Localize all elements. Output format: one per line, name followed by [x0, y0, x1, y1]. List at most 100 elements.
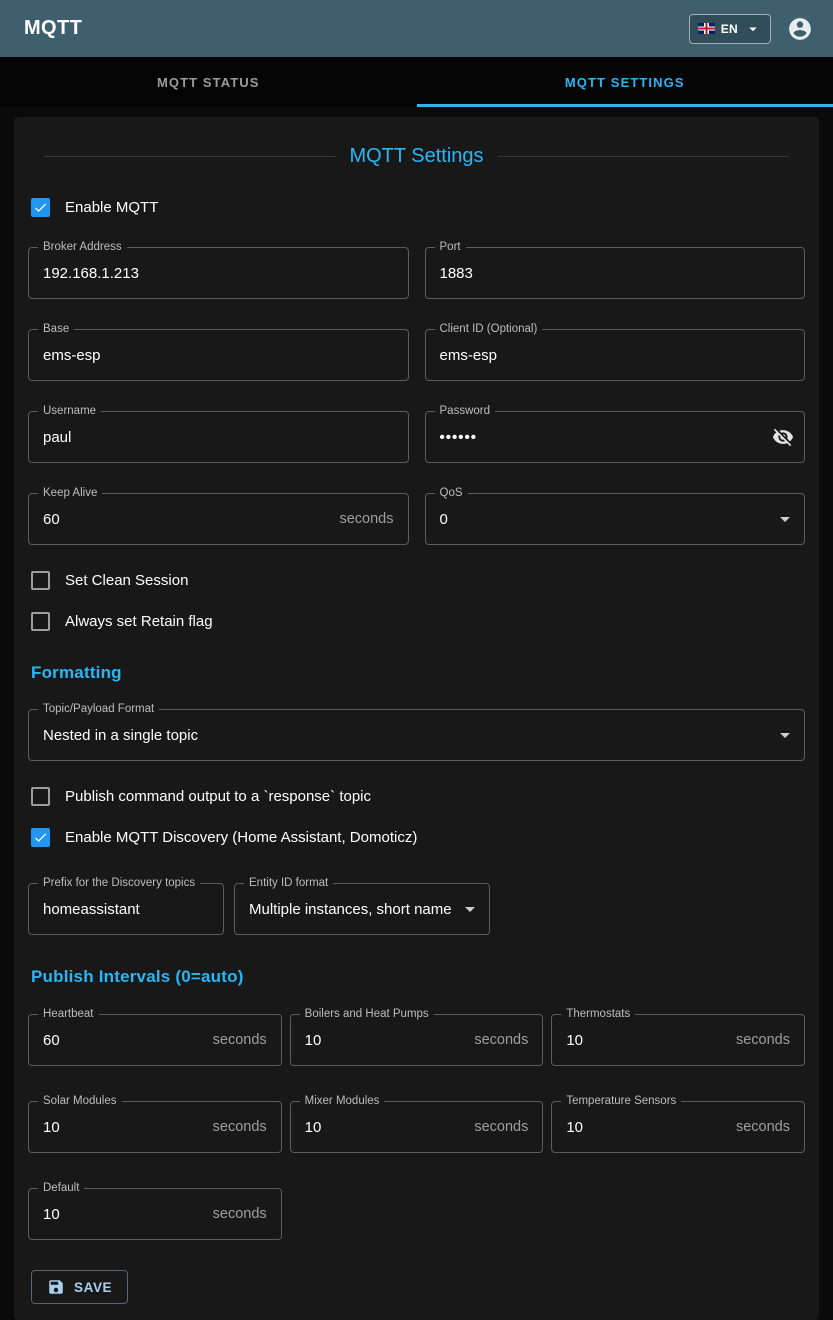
- interval-fields: Heartbeat 60 seconds Boilers and Heat Pu…: [28, 1014, 805, 1240]
- uk-flag-icon: [698, 23, 715, 34]
- account-button[interactable]: [787, 15, 815, 43]
- dropdown-arrow-icon: [773, 507, 790, 531]
- field-label: Temperature Sensors: [561, 1095, 681, 1108]
- field-label: Boilers and Heat Pumps: [300, 1008, 434, 1021]
- settings-card: MQTT Settings Enable MQTT Broker Address…: [14, 117, 819, 1320]
- retain-flag-checkbox[interactable]: Always set Retain flag: [28, 612, 805, 631]
- field-suffix: seconds: [736, 1032, 790, 1048]
- field-label: Password: [435, 405, 496, 418]
- field-label: Topic/Payload Format: [38, 703, 159, 716]
- checkbox-unchecked-icon: [31, 612, 50, 631]
- visibility-off-icon: [772, 426, 794, 448]
- field-label: Prefix for the Discovery topics: [38, 877, 200, 890]
- qos-select[interactable]: QoS 0: [425, 493, 806, 545]
- chevron-down-icon: [744, 20, 762, 38]
- field-value: 1883: [440, 265, 791, 282]
- thermostats-interval-field[interactable]: Thermostats 10 seconds: [551, 1014, 805, 1066]
- field-value: 10: [305, 1119, 467, 1136]
- save-icon: [47, 1278, 65, 1296]
- field-label: Solar Modules: [38, 1095, 122, 1108]
- default-interval-field[interactable]: Default 10 seconds: [28, 1188, 282, 1240]
- field-value: homeassistant: [43, 901, 209, 918]
- checkbox-unchecked-icon: [31, 787, 50, 806]
- base-field[interactable]: Base ems-esp: [28, 329, 409, 381]
- checkbox-label: Set Clean Session: [65, 572, 188, 589]
- formatting-heading: Formatting: [31, 663, 805, 683]
- account-circle-icon: [787, 16, 813, 42]
- checkbox-label: Enable MQTT Discovery (Home Assistant, D…: [65, 829, 417, 846]
- field-label: Base: [38, 323, 74, 336]
- field-value: 60: [43, 511, 331, 528]
- checkbox-unchecked-icon: [31, 571, 50, 590]
- connection-fields: Broker Address 192.168.1.213 Port 1883 B…: [28, 247, 805, 545]
- enable-mqtt-checkbox[interactable]: Enable MQTT: [28, 198, 805, 217]
- field-suffix: seconds: [213, 1206, 267, 1222]
- checkbox-label: Enable MQTT: [65, 199, 158, 216]
- clean-session-checkbox[interactable]: Set Clean Session: [28, 571, 805, 590]
- app-bar: MQTT EN: [0, 0, 833, 57]
- tab-bar: MQTT STATUS MQTT SETTINGS: [0, 57, 833, 107]
- field-label: Mixer Modules: [300, 1095, 385, 1108]
- discovery-prefix-field[interactable]: Prefix for the Discovery topics homeassi…: [28, 883, 224, 935]
- divider-line: [44, 156, 335, 157]
- field-value: 10: [566, 1032, 728, 1049]
- mqtt-discovery-checkbox[interactable]: Enable MQTT Discovery (Home Assistant, D…: [28, 828, 805, 847]
- toggle-password-visibility-button[interactable]: [772, 426, 794, 448]
- field-value: 0: [440, 511, 774, 528]
- username-field[interactable]: Username paul: [28, 411, 409, 463]
- save-button-label: SAVE: [74, 1280, 112, 1295]
- field-value: 10: [43, 1119, 205, 1136]
- boilers-interval-field[interactable]: Boilers and Heat Pumps 10 seconds: [290, 1014, 544, 1066]
- field-suffix: seconds: [474, 1032, 528, 1048]
- field-label: Entity ID format: [244, 877, 333, 890]
- dropdown-arrow-icon: [458, 897, 475, 921]
- field-value: ems-esp: [43, 347, 394, 364]
- language-label: EN: [721, 22, 738, 36]
- field-label: Broker Address: [38, 241, 127, 254]
- field-label: Username: [38, 405, 101, 418]
- client-id-field[interactable]: Client ID (Optional) ems-esp: [425, 329, 806, 381]
- field-value: Nested in a single topic: [43, 727, 773, 744]
- field-suffix: seconds: [736, 1119, 790, 1135]
- field-suffix: seconds: [213, 1032, 267, 1048]
- field-label: Default: [38, 1182, 84, 1195]
- discovery-fields: Prefix for the Discovery topics homeassi…: [28, 883, 805, 935]
- language-selector-button[interactable]: EN: [689, 14, 771, 44]
- field-label: Client ID (Optional): [435, 323, 543, 336]
- solar-interval-field[interactable]: Solar Modules 10 seconds: [28, 1101, 282, 1153]
- port-field[interactable]: Port 1883: [425, 247, 806, 299]
- topic-payload-format-select[interactable]: Topic/Payload Format Nested in a single …: [28, 709, 805, 761]
- tab-mqtt-settings[interactable]: MQTT SETTINGS: [417, 57, 833, 107]
- tab-mqtt-status[interactable]: MQTT STATUS: [0, 57, 417, 107]
- app-title: MQTT: [24, 17, 82, 40]
- broker-address-field[interactable]: Broker Address 192.168.1.213: [28, 247, 409, 299]
- checkbox-label: Always set Retain flag: [65, 613, 213, 630]
- field-value: ••••••: [440, 429, 773, 446]
- divider-line: [498, 156, 789, 157]
- field-value: ems-esp: [440, 347, 791, 364]
- field-value: paul: [43, 429, 394, 446]
- field-value: 60: [43, 1032, 205, 1049]
- checkbox-label: Publish command output to a `response` t…: [65, 788, 371, 805]
- keep-alive-field[interactable]: Keep Alive 60 seconds: [28, 493, 409, 545]
- field-label: Keep Alive: [38, 487, 102, 500]
- field-label: Thermostats: [561, 1008, 635, 1021]
- publish-response-checkbox[interactable]: Publish command output to a `response` t…: [28, 787, 805, 806]
- field-label: Port: [435, 241, 466, 254]
- password-field[interactable]: Password ••••••: [425, 411, 806, 463]
- temperature-sensors-interval-field[interactable]: Temperature Sensors 10 seconds: [551, 1101, 805, 1153]
- field-value: 10: [566, 1119, 728, 1136]
- field-value: 10: [305, 1032, 467, 1049]
- field-suffix: seconds: [474, 1119, 528, 1135]
- app-bar-actions: EN: [689, 14, 815, 44]
- mixer-interval-field[interactable]: Mixer Modules 10 seconds: [290, 1101, 544, 1153]
- page-title-text: MQTT Settings: [349, 145, 483, 168]
- save-button[interactable]: SAVE: [31, 1270, 128, 1304]
- heartbeat-interval-field[interactable]: Heartbeat 60 seconds: [28, 1014, 282, 1066]
- field-value: Multiple instances, short name: [249, 901, 458, 918]
- checkbox-checked-icon: [31, 828, 50, 847]
- dropdown-arrow-icon: [773, 723, 790, 747]
- checkbox-checked-icon: [31, 198, 50, 217]
- field-value: 10: [43, 1206, 205, 1223]
- entity-id-format-select[interactable]: Entity ID format Multiple instances, sho…: [234, 883, 490, 935]
